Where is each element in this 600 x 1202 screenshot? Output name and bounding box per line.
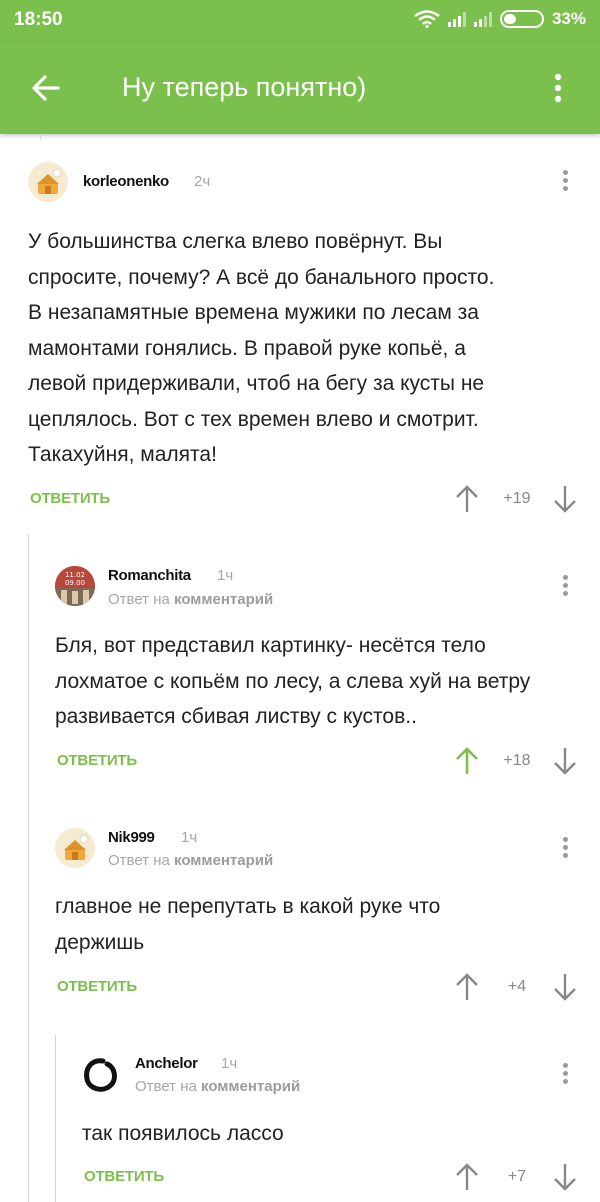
user-avatar-image: 11.02 09.00 — [55, 566, 95, 606]
thread-line — [55, 1035, 56, 1202]
battery-icon — [499, 10, 544, 28]
downvote-arrow-icon[interactable] — [553, 972, 577, 1002]
wifi-icon — [414, 10, 440, 28]
more-vertical-icon — [554, 73, 562, 103]
comment-username[interactable]: Anchelor — [135, 1055, 198, 1072]
default-avatar-icon — [55, 828, 95, 868]
comment-text: Бля, вот представил картинку- несётся те… — [55, 634, 531, 728]
signal-icon — [447, 11, 466, 27]
comment-text: У большинства слегка влево повёрнут. Вы с… — [28, 230, 495, 466]
svg-text:09.00: 09.00 — [65, 579, 85, 587]
battery-level — [503, 14, 516, 24]
upvote-arrow-icon[interactable] — [455, 1162, 479, 1192]
reply-button[interactable]: ОТВЕТИТЬ — [84, 1168, 164, 1185]
comment-score: +18 — [503, 752, 531, 769]
reply-button[interactable]: ОТВЕТИТЬ — [57, 752, 137, 769]
reply-to-link[interactable]: комментарий — [201, 1078, 300, 1095]
thread-line — [28, 534, 29, 1202]
avatar[interactable]: 11.02 09.00 — [55, 566, 95, 606]
comment-time: 2ч — [194, 173, 211, 190]
battery-percent: 33% — [551, 9, 586, 28]
comment-username[interactable]: Romanchita — [108, 567, 191, 584]
comment-menu-button[interactable] — [553, 572, 577, 602]
arrow-left-icon — [32, 75, 60, 101]
downvote-arrow-icon[interactable] — [553, 746, 577, 776]
upvote-arrow-icon[interactable] — [455, 746, 479, 776]
comment-username[interactable]: korleonenko — [83, 173, 169, 190]
thread-line — [40, 134, 41, 140]
status-time: 18:50 — [14, 9, 63, 30]
comment-menu-button[interactable] — [553, 834, 577, 864]
status-bar: 18:50 33% — [0, 0, 600, 42]
status-icons: 33% — [414, 9, 586, 29]
comment-time: 1ч — [181, 829, 198, 846]
enso-avatar-icon — [84, 1058, 117, 1092]
signal-icon — [473, 11, 492, 27]
reply-to-label: Ответ на комментарий — [135, 1078, 301, 1095]
avatar[interactable] — [81, 1055, 121, 1095]
page-title: Ну теперь понятно) — [122, 72, 367, 102]
upvote-arrow-icon[interactable] — [455, 972, 479, 1002]
comment-time: 1ч — [221, 1055, 238, 1072]
default-avatar-icon — [28, 162, 68, 202]
app-bar: Ну теперь понятно) — [0, 42, 600, 134]
comment-score: +7 — [507, 1168, 527, 1185]
comment-username[interactable]: Nik999 — [108, 829, 155, 846]
avatar[interactable] — [28, 162, 68, 202]
comment-menu-button[interactable] — [553, 167, 577, 197]
comment-text: главное не перепутать в какой руке что де… — [55, 895, 441, 954]
comment-score: +19 — [503, 490, 531, 507]
reply-to-link[interactable]: комментарий — [174, 591, 273, 608]
reply-to-label: Ответ на комментарий — [108, 852, 274, 869]
comment-score: +4 — [507, 978, 527, 995]
reply-button[interactable]: ОТВЕТИТЬ — [30, 490, 110, 507]
reply-button[interactable]: ОТВЕТИТЬ — [57, 978, 137, 995]
svg-text:11.02: 11.02 — [65, 571, 85, 579]
comment-time: 1ч — [217, 567, 234, 584]
reply-to-label: Ответ на комментарий — [108, 591, 274, 608]
avatar[interactable] — [55, 828, 95, 868]
reply-to-link[interactable]: комментарий — [174, 852, 273, 869]
comment-text: так появилось лассо — [82, 1122, 284, 1145]
more-menu-button[interactable] — [538, 68, 578, 108]
upvote-arrow-icon[interactable] — [455, 484, 479, 514]
downvote-arrow-icon[interactable] — [553, 1162, 577, 1192]
comment-menu-button[interactable] — [553, 1060, 577, 1090]
back-button[interactable] — [26, 68, 66, 108]
downvote-arrow-icon[interactable] — [553, 484, 577, 514]
